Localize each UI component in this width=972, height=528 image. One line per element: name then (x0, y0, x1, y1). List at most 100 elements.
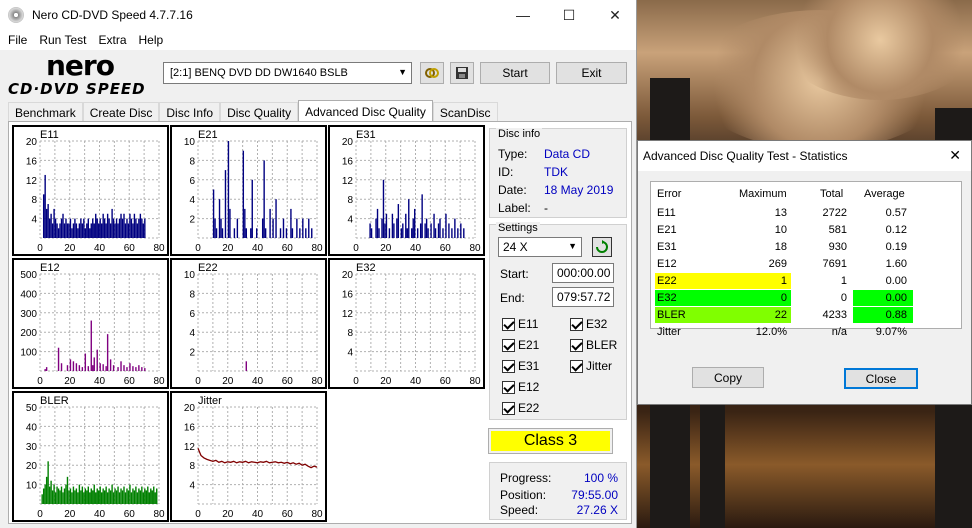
data-bar (96, 488, 98, 504)
error-cell: E21 (657, 224, 677, 236)
start-time-input[interactable]: 000:00.00 (552, 263, 614, 283)
exit-button[interactable]: Exit (556, 62, 627, 84)
data-bar (60, 218, 63, 238)
statistics-title-bar[interactable]: Advanced Disc Quality Test - Statistics … (638, 141, 971, 171)
menu-file[interactable]: File (2, 33, 33, 47)
data-bar (89, 492, 91, 504)
error-cell: E32 (657, 292, 677, 304)
data-bar (127, 490, 130, 504)
data-bar (90, 223, 92, 238)
data-bar (135, 367, 137, 371)
checkbox-e22[interactable]: E22 (502, 401, 539, 415)
data-bar (114, 488, 116, 504)
data-bar (218, 199, 221, 238)
tab-create-disc[interactable]: Create Disc (82, 102, 160, 122)
x-tick-label: 60 (440, 376, 452, 387)
checkbox-jitter[interactable]: Jitter (570, 359, 612, 373)
checkbox-e31[interactable]: E31 (502, 359, 539, 373)
data-bar (121, 218, 124, 238)
tab-benchmark[interactable]: Benchmark (8, 102, 83, 122)
close-icon[interactable]: ✕ (949, 147, 961, 164)
tab-disc-info[interactable]: Disc Info (159, 102, 221, 122)
y-tick-label: 8 (189, 156, 195, 167)
data-bar (51, 490, 54, 504)
data-bar (54, 218, 57, 238)
data-bar (145, 490, 148, 504)
average-cell: 0.19 (885, 241, 907, 253)
checkbox-e21[interactable]: E21 (502, 338, 539, 352)
data-bar (87, 218, 89, 238)
y-tick-label: 100 (20, 348, 37, 359)
data-bar (124, 223, 127, 238)
x-tick-label: 60 (282, 509, 294, 520)
data-bar (84, 353, 87, 371)
graph-canvas: 201612840 20 40 60 80 (26, 137, 165, 254)
data-bar (454, 218, 456, 238)
menu-extra[interactable]: Extra (92, 33, 132, 47)
data-bar (133, 213, 136, 238)
graph-canvas: 201612840 20 40 60 80 (342, 270, 481, 387)
checkbox-e32[interactable]: E32 (570, 317, 607, 331)
y-tick-label: 4 (347, 215, 353, 226)
maximum-cell: 13 (774, 207, 787, 219)
data-bar (50, 480, 52, 504)
x-tick-label: 0 (195, 376, 201, 387)
data-bar (129, 484, 131, 504)
data-bar (245, 228, 247, 238)
error-cell: Jitter (657, 326, 681, 338)
data-bar (92, 490, 94, 504)
speed-select[interactable]: 24 X ▼ (498, 237, 582, 257)
data-bar (78, 365, 81, 371)
data-bar (411, 228, 413, 238)
graph-title: Jitter (198, 395, 222, 407)
title-bar[interactable]: Nero CD-DVD Speed 4.7.7.16 — ☐ ✕ (0, 0, 636, 30)
checkbox-bler[interactable]: BLER (570, 338, 617, 352)
x-tick-label: 0 (195, 243, 201, 254)
statistics-table: Error Maximum Total Average E11 13 2722 0.5… (650, 181, 962, 338)
data-bar (406, 228, 408, 238)
menu-run-test[interactable]: Run Test (33, 33, 92, 47)
menu-help[interactable]: Help (133, 33, 170, 47)
column-header-average: Average (864, 188, 905, 200)
data-bar (63, 488, 66, 504)
tab-advanced-disc-quality[interactable]: Advanced Disc Quality (298, 100, 433, 122)
data-bar (263, 160, 265, 238)
data-bar (112, 365, 115, 371)
drive-select[interactable]: [2:1] BENQ DVD DD DW1640 BSLB ▼ (163, 62, 412, 84)
x-tick-label: 80 (311, 376, 323, 387)
end-time-input[interactable]: 079:57.72 (552, 287, 614, 307)
data-bar (45, 208, 48, 238)
data-bar (115, 218, 118, 238)
total-cell: 2722 (822, 207, 847, 219)
data-bar (117, 486, 119, 504)
y-tick-label: 10 (184, 270, 196, 281)
data-bar (111, 484, 113, 504)
checkbox-e11[interactable]: E11 (502, 317, 538, 331)
data-bar (376, 208, 379, 238)
checkbox-e12[interactable]: E12 (502, 380, 539, 394)
speed-select-value: 24 X (503, 240, 528, 254)
minimize-button[interactable]: — (500, 0, 546, 30)
maximum-cell: 10 (774, 224, 787, 236)
error-cell: E31 (657, 241, 677, 253)
tab-strip: Benchmark Create Disc Disc Info Disc Qua… (8, 100, 498, 122)
maximize-button[interactable]: ☐ (546, 0, 592, 30)
x-tick-label: 60 (282, 376, 294, 387)
tab-scandisc[interactable]: ScanDisc (432, 102, 498, 122)
save-icon-button[interactable] (450, 62, 474, 84)
data-bar (127, 223, 130, 238)
close-button[interactable]: ✕ (592, 0, 638, 30)
data-bar (57, 228, 60, 238)
tab-disc-quality[interactable]: Disc Quality (220, 102, 299, 122)
copy-button[interactable]: Copy (692, 367, 764, 388)
data-bar (117, 223, 119, 238)
data-bar (78, 223, 81, 238)
x-tick-label: 80 (311, 509, 323, 520)
refresh-speed-button[interactable] (592, 237, 612, 257)
start-button[interactable]: Start (480, 62, 550, 84)
data-bar (375, 218, 377, 238)
speed-label: Speed: (500, 503, 539, 517)
close-dialog-button[interactable]: Close (844, 368, 918, 389)
data-bar (69, 218, 72, 238)
chain-icon-button[interactable] (420, 62, 444, 84)
